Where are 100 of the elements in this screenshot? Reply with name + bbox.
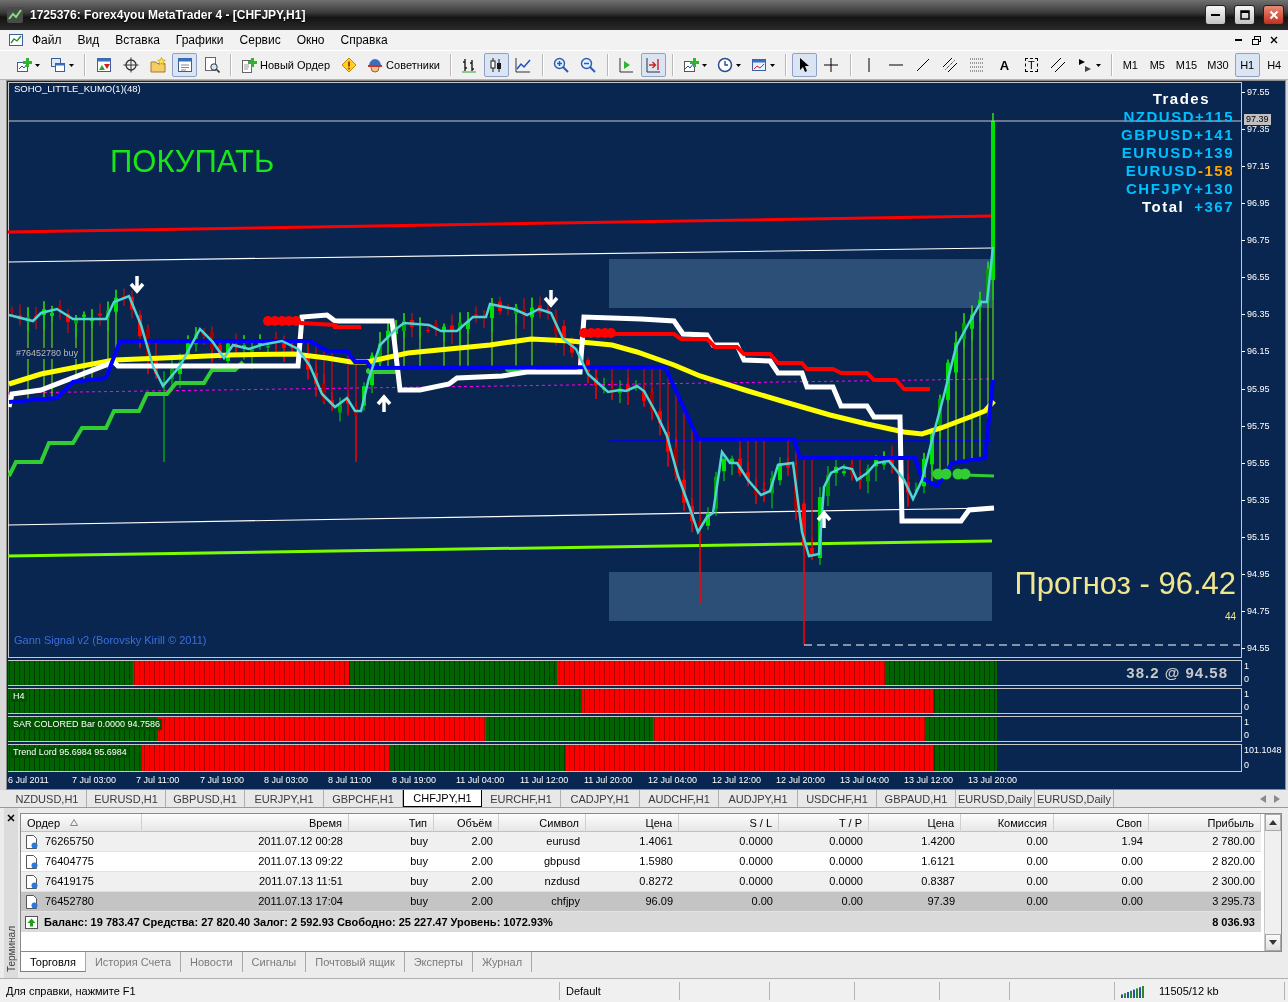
terminal-tab[interactable]: Журнал: [472, 952, 533, 972]
chart-tab[interactable]: EURUSD,Daily: [956, 790, 1035, 807]
table-cell-text: 0.00: [840, 894, 864, 909]
table-cell-text: 2.00: [470, 874, 494, 889]
vertical-line-icon: [868, 58, 871, 72]
column-header[interactable]: Своп: [1054, 814, 1149, 832]
chart-tab[interactable]: EURUSD,H1: [87, 790, 166, 807]
arrow-shapes-icon: [1076, 57, 1093, 73]
column-header[interactable]: Прибыль: [1149, 814, 1261, 832]
warning-diamond-icon: [340, 57, 357, 73]
scroll-up-button[interactable]: [1265, 814, 1281, 831]
scrollbar-track[interactable]: [1264, 814, 1281, 951]
menu-item[interactable]: Сервис: [231, 30, 289, 50]
auto-scroll-button[interactable]: [640, 53, 666, 77]
time-label: 11 Jul 04:00: [456, 775, 506, 785]
menu-item[interactable]: Вид: [69, 30, 108, 50]
label-tool-button[interactable]: T: [1018, 53, 1044, 77]
chart-tab[interactable]: GBPAUD,H1: [877, 790, 956, 807]
column-header[interactable]: Ордер: [21, 814, 142, 832]
dot-cluster-marker: [579, 328, 616, 338]
chart-tab[interactable]: AUDJPY,H1: [719, 790, 798, 807]
new-order-button[interactable]: Новый Ордер: [237, 53, 335, 77]
timeframe-button[interactable]: M1: [1117, 53, 1143, 77]
caret-icon: [1095, 63, 1101, 67]
column-header[interactable]: Комиссия: [961, 814, 1054, 832]
price-label: 95.15: [1242, 530, 1284, 543]
order-row[interactable]: 76452780 2011.07.13 17:04 buy 2.00 chfjpy 96.09 0.00 0.00 97.39 0.00 0.00 3 295.73: [21, 892, 1261, 912]
profit-value: +139: [1194, 144, 1234, 162]
timeframe-button[interactable]: M30: [1203, 53, 1233, 77]
terminal-button[interactable]: [172, 53, 197, 77]
price-label: 96.95: [1242, 197, 1284, 210]
column-header[interactable]: Тип: [349, 814, 434, 832]
close-button[interactable]: [1263, 5, 1284, 25]
order-row[interactable]: 76404775 2011.07.13 09:22 buy 2.00 gbpusd 1.5980 0.0000 0.0000 1.6121 0.00 0.00 2 820.00: [21, 852, 1261, 872]
chart-tab[interactable]: EURUSD,Daily: [1035, 790, 1114, 807]
column-header[interactable]: Цена: [586, 814, 679, 832]
terminal-tab[interactable]: Сигналы: [242, 952, 307, 972]
column-header[interactable]: Символ: [499, 814, 586, 832]
indicator-title: SOHO_LITTLE_KUMO(1)(48): [14, 84, 141, 94]
menu-item[interactable]: Окно: [288, 30, 333, 50]
close-icon[interactable]: [7, 814, 15, 822]
maximize-button[interactable]: [1234, 5, 1255, 25]
column-header[interactable]: Цена: [869, 814, 961, 832]
status-text: Default: [566, 984, 601, 997]
scroll-down-button[interactable]: [1265, 934, 1281, 951]
timeframe-button[interactable]: H4: [1261, 53, 1287, 77]
chart-tab[interactable]: AUDCHF,H1: [640, 790, 719, 807]
channel-icon: [942, 57, 959, 73]
caret-down-icon: [1269, 940, 1277, 945]
menu-item[interactable]: Справка: [332, 30, 396, 50]
table-cell-text: 2.00: [470, 854, 494, 869]
terminal-tab[interactable]: История Счета: [85, 952, 181, 972]
order-label: #76452780 buy: [14, 348, 81, 359]
profit-value: -158: [1197, 162, 1234, 180]
table-cell-text: 2.00: [470, 834, 494, 849]
terminal-tab[interactable]: Эксперты: [404, 952, 473, 972]
column-header[interactable]: T / P: [779, 814, 869, 832]
chart-tab[interactable]: EURJPY,H1: [245, 790, 324, 807]
minimize-button[interactable]: [1205, 5, 1226, 25]
horizontal-line-icon: [889, 64, 904, 66]
candlestick-button[interactable]: [483, 53, 509, 77]
column-header[interactable]: Время: [142, 814, 349, 832]
signal-dash-line: [366, 368, 399, 374]
chart-tab[interactable]: GBPUSD,H1: [166, 790, 245, 807]
table-cell-text: 0.0000: [738, 874, 774, 889]
caret-up-icon: [1269, 820, 1277, 825]
order-row[interactable]: 76265750 2011.07.12 00:28 buy 2.00 eurusd 1.4061 0.0000 0.0000 1.4200 0.00 1.94 2 780.00: [21, 832, 1261, 852]
menu-item[interactable]: Вставка: [107, 30, 168, 50]
chart-tab[interactable]: USDCHF,H1: [798, 790, 877, 807]
text-tool-button[interactable]: A: [991, 53, 1017, 77]
caret-icon: [735, 63, 741, 67]
experts-button[interactable]: Советники: [363, 53, 444, 77]
menu-item[interactable]: Файл: [24, 30, 70, 50]
maximize-icon: [1239, 10, 1250, 20]
menu-item[interactable]: Графики: [167, 30, 232, 50]
timeframe-button[interactable]: H1: [1234, 53, 1260, 77]
terminal-tab[interactable]: Новости: [181, 952, 243, 972]
resistance-step-line: [299, 321, 361, 329]
chart-tab[interactable]: NZDUSD,H1: [8, 790, 87, 807]
timeframe-button[interactable]: M15: [1171, 53, 1202, 77]
advisor-hat-icon: [367, 57, 384, 73]
table-cell-text: 0.0000: [738, 834, 774, 849]
chart-tab[interactable]: EURCHF,H1: [482, 790, 561, 807]
timeframe-button[interactable]: M5: [1144, 53, 1170, 77]
order-row[interactable]: 76419175 2011.07.13 11:51 buy 2.00 nzdusd 0.8272 0.0000 0.0000 0.8387 0.00 0.00 2 300.00: [21, 872, 1261, 892]
column-header[interactable]: Объём: [434, 814, 499, 832]
scroll-right-icon[interactable]: [1274, 794, 1280, 803]
table-cell-text: 2011.07.12 00:28: [257, 834, 344, 849]
cursor-button[interactable]: [791, 53, 817, 77]
table-cell-text: 0.00: [1120, 874, 1144, 889]
terminal-tab[interactable]: Торговля: [20, 952, 86, 972]
scroll-left-icon[interactable]: [1260, 794, 1266, 803]
column-header[interactable]: S / L: [679, 814, 779, 832]
terminal-tab[interactable]: Почтовый ящик: [306, 952, 405, 972]
axis-label: 0: [1244, 730, 1250, 741]
axis-label: 0: [1244, 702, 1250, 713]
chart-tab[interactable]: CADJPY,H1: [561, 790, 640, 807]
time-label: 7 Jul 03:00: [72, 775, 118, 785]
chart-tab[interactable]: CHFJPY,H1: [403, 790, 482, 807]
crosshair-icon: [823, 57, 840, 73]
